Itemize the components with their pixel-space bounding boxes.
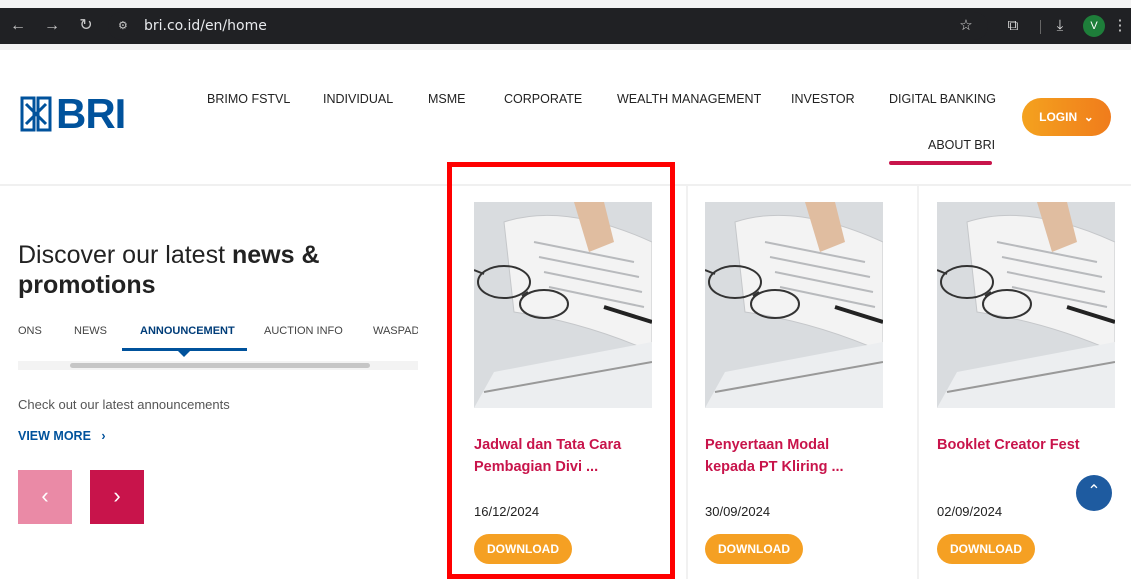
view-more-label: VIEW MORE (18, 429, 91, 443)
toolbar-separator (1040, 20, 1041, 34)
headline-text: Discover our latest (18, 241, 232, 269)
tab-promotions[interactable]: ONS (18, 325, 42, 337)
card-title[interactable]: Booklet Creator Fest (937, 434, 1119, 456)
newspaper-glasses-image (705, 202, 883, 408)
bri-logo-mark-icon (20, 96, 52, 132)
browser-menu-icon[interactable]: ⋮ (1110, 16, 1130, 36)
nav-investor[interactable]: INVESTOR (791, 92, 855, 106)
nav-individual[interactable]: INDIVIDUAL (323, 92, 393, 106)
forward-icon[interactable]: → (42, 16, 62, 36)
newspaper-glasses-image (937, 202, 1115, 408)
carousel-prev-button[interactable]: ‹ (18, 470, 72, 524)
tabs-scroll-thumb[interactable] (70, 363, 370, 368)
url-text[interactable]: bri.co.id/en/home (144, 18, 267, 34)
browser-toolbar: ← → ↻ ⚙ bri.co.id/en/home ☆ ⧉ ⤓ V ⋮ (0, 8, 1131, 44)
headline-line2: promotions (18, 271, 156, 299)
headline-bold: news & (231, 241, 320, 269)
card-date: 02/09/2024 (937, 504, 1003, 519)
carousel-next-button[interactable]: › (90, 470, 144, 524)
download-button[interactable]: DOWNLOAD (937, 534, 1035, 564)
chevron-right-icon: › (94, 429, 106, 443)
active-nav-underline (889, 161, 992, 165)
card-title-line2: kepada PT Kliring ... (705, 459, 844, 475)
nav-corporate[interactable]: CORPORATE (504, 92, 582, 106)
chevron-left-icon: ‹ (41, 483, 49, 508)
tab-waspada[interactable]: WASPADA (373, 325, 418, 337)
extensions-icon[interactable]: ⧉ (1003, 16, 1023, 36)
view-more-link[interactable]: VIEW MORE › (18, 429, 106, 443)
card-title-line1: Booklet Creator Fest (937, 437, 1080, 453)
highlight-box (447, 162, 675, 579)
logo-text: BRI (56, 90, 126, 137)
login-button[interactable]: LOGIN ⌄ (1022, 98, 1111, 136)
card-divider (917, 186, 919, 579)
card-divider (686, 186, 688, 579)
card-image[interactable] (705, 202, 883, 408)
card-date: 30/09/2024 (705, 504, 771, 519)
nav-brimo-fstvl[interactable]: BRIMO FSTVL (207, 92, 290, 106)
tab-auction-info[interactable]: AUCTION INFO (264, 325, 343, 337)
card-image[interactable] (937, 202, 1115, 408)
back-icon[interactable]: ← (8, 16, 28, 36)
profile-avatar[interactable]: V (1083, 15, 1105, 37)
reload-icon[interactable]: ↻ (76, 16, 96, 36)
active-tab-caret-icon (178, 351, 190, 357)
chevron-down-icon: ⌄ (1080, 110, 1094, 124)
section-headline: Discover our latest news & promotions (18, 240, 418, 300)
card-title[interactable]: Penyertaan Modal kepada PT Kliring ... (705, 434, 887, 478)
download-icon[interactable]: ⤓ (1050, 16, 1070, 36)
bri-logo[interactable]: BRI (18, 90, 126, 137)
scroll-to-top-button[interactable]: ⌃ (1076, 475, 1112, 511)
nav-wealth-management[interactable]: WEALTH MANAGEMENT (617, 92, 761, 106)
nav-msme[interactable]: MSME (428, 92, 466, 106)
tab-announcement[interactable]: ANNOUNCEMENT (140, 325, 235, 337)
download-button[interactable]: DOWNLOAD (705, 534, 803, 564)
nav-digital-banking[interactable]: DIGITAL BANKING (889, 92, 996, 106)
section-description: Check out our latest announcements (18, 397, 230, 412)
login-label: LOGIN (1039, 110, 1078, 124)
nav-about-bri[interactable]: ABOUT BRI (928, 138, 995, 152)
bookmark-star-icon[interactable]: ☆ (956, 16, 976, 36)
tab-news[interactable]: NEWS (74, 325, 107, 337)
chevron-up-icon: ⌃ (1087, 483, 1101, 500)
chevron-right-icon: › (113, 483, 121, 508)
site-info-icon[interactable]: ⚙ (118, 19, 136, 33)
card-title-line1: Penyertaan Modal (705, 437, 830, 453)
